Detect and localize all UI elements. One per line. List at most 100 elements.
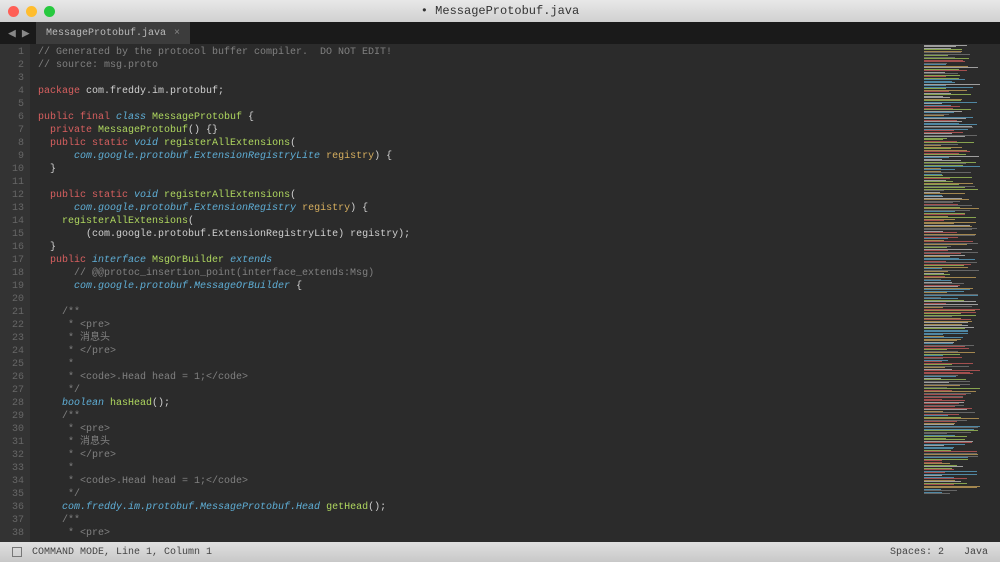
code-line[interactable]: private MessageProtobuf() {}: [38, 124, 920, 137]
statusbar: COMMAND MODE, Line 1, Column 1 Spaces: 2…: [0, 542, 1000, 562]
code-line[interactable]: * <code>.Head head = 1;</code>: [38, 371, 920, 384]
code-line[interactable]: }: [38, 241, 920, 254]
tab-close-icon[interactable]: ×: [174, 28, 180, 39]
line-number: 27: [0, 384, 24, 397]
line-number: 37: [0, 514, 24, 527]
code-line[interactable]: */: [38, 488, 920, 501]
line-number: 4: [0, 85, 24, 98]
line-number: 17: [0, 254, 24, 267]
minimize-window-icon[interactable]: [26, 6, 37, 17]
line-number: 30: [0, 423, 24, 436]
status-spaces[interactable]: Spaces: 2: [890, 547, 944, 558]
nav-back-icon[interactable]: ◀: [8, 26, 16, 41]
code-line[interactable]: * 消息头: [38, 436, 920, 449]
code-line[interactable]: public static void registerAllExtensions…: [38, 189, 920, 202]
code-line[interactable]: * <code>.Head head = 1;</code>: [38, 475, 920, 488]
code-line[interactable]: /**: [38, 514, 920, 527]
minimap[interactable]: [920, 44, 1000, 542]
code-line[interactable]: boolean hasHead();: [38, 397, 920, 410]
line-number: 22: [0, 319, 24, 332]
code-line[interactable]: package com.freddy.im.protobuf;: [38, 85, 920, 98]
code-line[interactable]: com.google.protobuf.ExtensionRegistry re…: [38, 202, 920, 215]
line-number: 20: [0, 293, 24, 306]
line-number: 15: [0, 228, 24, 241]
code-line[interactable]: * <pre>: [38, 423, 920, 436]
line-number: 8: [0, 137, 24, 150]
line-number: 2: [0, 59, 24, 72]
line-number: 35: [0, 488, 24, 501]
line-number: 12: [0, 189, 24, 202]
status-left: COMMAND MODE, Line 1, Column 1: [12, 547, 212, 558]
code-line[interactable]: // source: msg.proto: [38, 59, 920, 72]
code-line[interactable]: public static void registerAllExtensions…: [38, 137, 920, 150]
code-line[interactable]: public interface MsgOrBuilder extends: [38, 254, 920, 267]
tab-label: MessageProtobuf.java: [46, 28, 166, 39]
line-number: 11: [0, 176, 24, 189]
nav-arrows: ◀ ▶: [0, 22, 30, 44]
line-number: 5: [0, 98, 24, 111]
status-right: Spaces: 2 Java: [890, 547, 988, 558]
status-mode: COMMAND MODE, Line 1, Column 1: [32, 547, 212, 558]
line-number: 31: [0, 436, 24, 449]
line-number: 24: [0, 345, 24, 358]
window-title: • MessageProtobuf.java: [0, 4, 1000, 18]
line-number: 9: [0, 150, 24, 163]
line-number: 19: [0, 280, 24, 293]
code-line[interactable]: com.google.protobuf.MessageOrBuilder {: [38, 280, 920, 293]
line-number: 10: [0, 163, 24, 176]
line-number: 38: [0, 527, 24, 540]
code-line[interactable]: * <pre>: [38, 319, 920, 332]
line-number: 6: [0, 111, 24, 124]
line-number: 26: [0, 371, 24, 384]
line-number: 36: [0, 501, 24, 514]
code-line[interactable]: // Generated by the protocol buffer comp…: [38, 46, 920, 59]
code-line[interactable]: [38, 176, 920, 189]
code-line[interactable]: * </pre>: [38, 345, 920, 358]
code-line[interactable]: com.google.protobuf.ExtensionRegistryLit…: [38, 150, 920, 163]
code-line[interactable]: [38, 98, 920, 111]
line-number: 3: [0, 72, 24, 85]
line-number: 33: [0, 462, 24, 475]
code-line[interactable]: /**: [38, 306, 920, 319]
line-number: 16: [0, 241, 24, 254]
code-line[interactable]: * 消息头: [38, 332, 920, 345]
code-line[interactable]: *: [38, 462, 920, 475]
code-line[interactable]: /**: [38, 410, 920, 423]
tab-messageprotobuf[interactable]: MessageProtobuf.java ×: [36, 22, 191, 44]
code-line[interactable]: com.freddy.im.protobuf.MessageProtobuf.H…: [38, 501, 920, 514]
line-number: 18: [0, 267, 24, 280]
line-number: 7: [0, 124, 24, 137]
code-line[interactable]: (com.google.protobuf.ExtensionRegistryLi…: [38, 228, 920, 241]
line-number: 29: [0, 410, 24, 423]
code-line[interactable]: * <pre>: [38, 527, 920, 540]
line-number: 13: [0, 202, 24, 215]
line-number: 1: [0, 46, 24, 59]
status-lang[interactable]: Java: [964, 547, 988, 558]
line-number-gutter: 1234567891011121314151617181920212223242…: [0, 44, 30, 542]
close-window-icon[interactable]: [8, 6, 19, 17]
code-line[interactable]: // @@protoc_insertion_point(interface_ex…: [38, 267, 920, 280]
line-number: 14: [0, 215, 24, 228]
line-number: 32: [0, 449, 24, 462]
editor-main: 1234567891011121314151617181920212223242…: [0, 44, 1000, 542]
code-line[interactable]: *: [38, 358, 920, 371]
tabbar: ◀ ▶ MessageProtobuf.java ×: [0, 22, 1000, 44]
line-number: 21: [0, 306, 24, 319]
code-editor[interactable]: // Generated by the protocol buffer comp…: [30, 44, 920, 542]
line-number: 25: [0, 358, 24, 371]
panel-icon[interactable]: [12, 547, 22, 557]
code-line[interactable]: public final class MessageProtobuf {: [38, 111, 920, 124]
titlebar: • MessageProtobuf.java: [0, 0, 1000, 22]
nav-forward-icon[interactable]: ▶: [22, 26, 30, 41]
code-line[interactable]: }: [38, 163, 920, 176]
code-line[interactable]: * </pre>: [38, 449, 920, 462]
zoom-window-icon[interactable]: [44, 6, 55, 17]
code-line[interactable]: */: [38, 384, 920, 397]
line-number: 23: [0, 332, 24, 345]
code-line[interactable]: registerAllExtensions(: [38, 215, 920, 228]
code-line[interactable]: [38, 293, 920, 306]
line-number: 28: [0, 397, 24, 410]
traffic-lights: [8, 6, 55, 17]
line-number: 34: [0, 475, 24, 488]
code-line[interactable]: [38, 72, 920, 85]
